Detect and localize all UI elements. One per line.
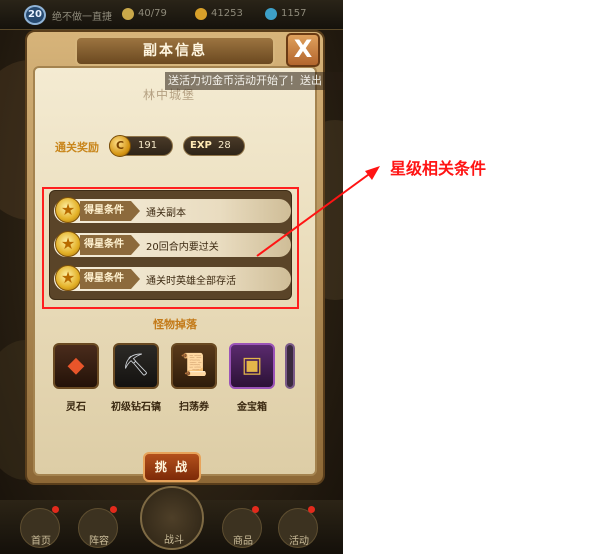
stage: 20 绝不做一直捷 40/79 41253 1157 副本信息 X 林中城堡 通…: [0, 0, 599, 554]
annotation-arrow: [256, 166, 380, 257]
annotation-label: 星级相关条件: [390, 159, 487, 178]
